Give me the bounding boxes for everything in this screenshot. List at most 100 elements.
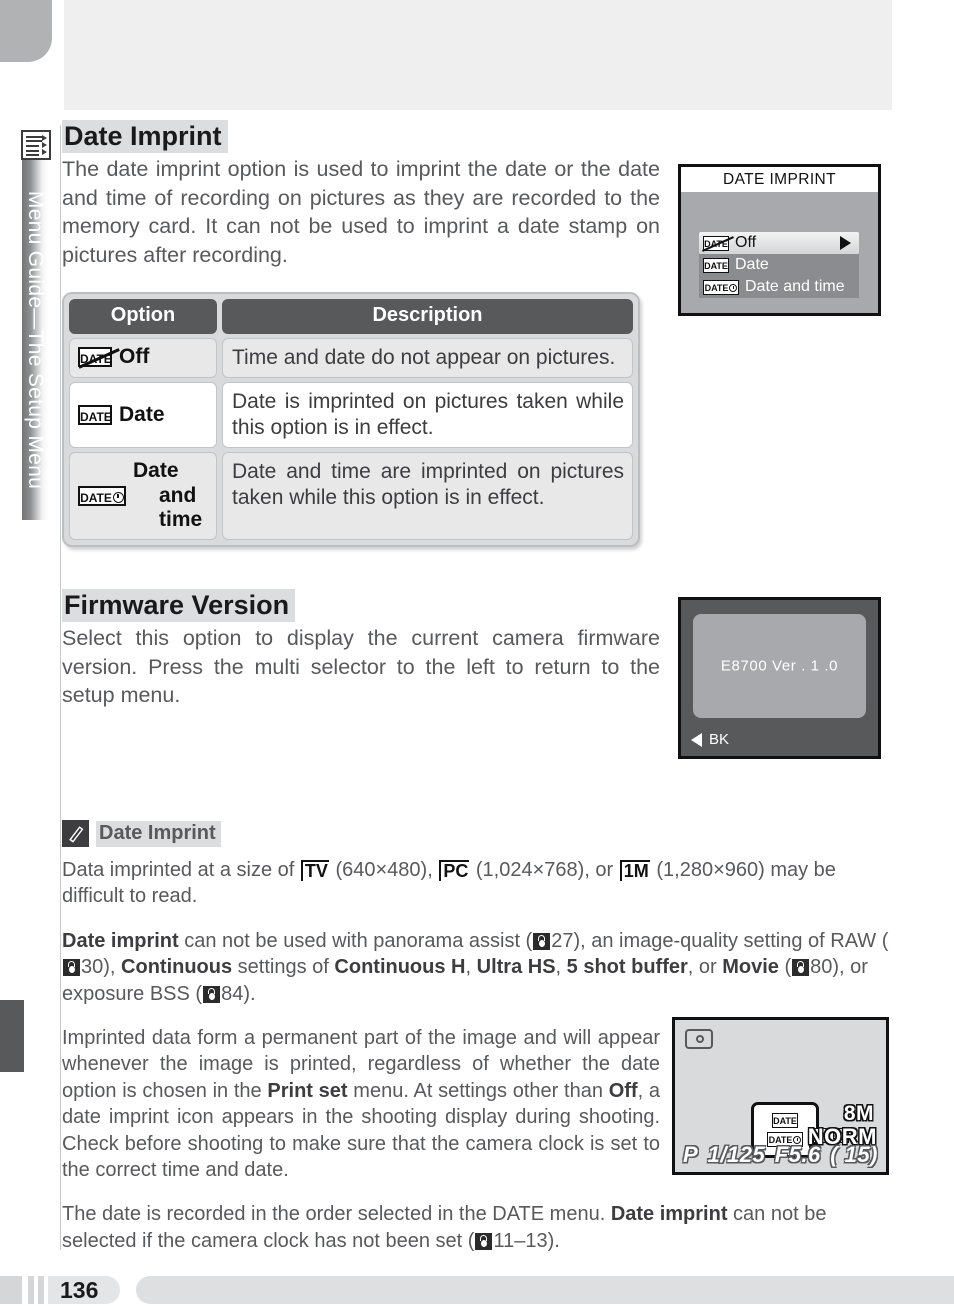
date-off-icon: DATE bbox=[78, 347, 120, 369]
note-text: Data imprinted at a size of bbox=[62, 859, 300, 881]
note-bold: Date imprint bbox=[62, 929, 179, 952]
page-title-firmware-version: Firmware Version bbox=[62, 588, 296, 623]
page-reference-number: 11–13 bbox=[493, 1229, 548, 1252]
note-bold: Print set bbox=[267, 1079, 348, 1102]
chevron-right-icon bbox=[840, 236, 851, 250]
note-paragraph-3: Imprinted data form a permanent part of … bbox=[62, 1025, 660, 1183]
description-cell-off: Time and date do not appear on pictures. bbox=[222, 337, 633, 379]
note-bold: 5 shot buffer bbox=[566, 956, 688, 979]
table-row: DATE Date Date is imprinted on pictures … bbox=[69, 382, 633, 449]
note-heading: Date Imprint bbox=[62, 820, 894, 847]
note-paragraph-2: Date imprint can not be used with panora… bbox=[62, 928, 894, 1007]
page-reference-number: 27 bbox=[551, 929, 574, 952]
option-description-table: Option Description DATE Off Time and dat… bbox=[62, 291, 640, 547]
note-text: , bbox=[465, 956, 477, 979]
size-tag-tv: TV bbox=[300, 860, 329, 881]
note-block: Date Imprint Data imprinted at a size of… bbox=[62, 820, 894, 1254]
page-reference-icon bbox=[533, 932, 551, 950]
option-label: Off bbox=[119, 345, 150, 369]
description-cell-date: Date is imprinted on pictures taken whil… bbox=[222, 382, 633, 449]
note-bold: Movie bbox=[722, 956, 779, 979]
menu-list-icon bbox=[21, 130, 51, 160]
lcd-firmware-panel: E8700 Ver . 1 .0 bbox=[693, 614, 866, 718]
lcd-menu-title: DATE IMPRINT bbox=[681, 167, 878, 192]
note-bold: Ultra HS bbox=[476, 956, 556, 979]
page-reference-icon bbox=[475, 1232, 493, 1250]
lcd-menu-item-label: Date and time bbox=[745, 278, 845, 295]
note-text: (1,024×768), or bbox=[470, 859, 619, 881]
note-text: The date is recorded in the order select… bbox=[62, 1203, 611, 1226]
table-header-row: Option Description bbox=[69, 298, 633, 334]
date-off-icon: DATE bbox=[702, 235, 734, 252]
firmware-version-section: Firmware Version Select this option to d… bbox=[62, 588, 660, 710]
lcd-back-label: BK bbox=[709, 731, 730, 748]
lcd-firmware-version-screen: E8700 Ver . 1 .0 BK bbox=[678, 597, 881, 759]
note-text: (640×480), bbox=[329, 859, 439, 881]
date-imprint-body: The date imprint option is used to impri… bbox=[62, 157, 660, 268]
lcd-menu-item-date-and-time[interactable]: DATE Date and time bbox=[699, 276, 859, 298]
note-text: ( bbox=[778, 956, 792, 979]
note-text: , or bbox=[687, 956, 723, 979]
table-row: DATE Off Time and date do not appear on … bbox=[69, 337, 633, 379]
page-reference-number: 84 bbox=[221, 982, 244, 1005]
footer-long-bar bbox=[136, 1276, 954, 1304]
page-number: 136 bbox=[48, 1276, 120, 1304]
note-text: ). bbox=[243, 982, 256, 1005]
note-paragraph-4: The date is recorded in the order select… bbox=[62, 1201, 894, 1254]
option-label: Date bbox=[119, 402, 165, 426]
lcd-menu-body: DATE Off DATE Date DATE Date and time bbox=[681, 192, 878, 313]
note-text: ), bbox=[103, 956, 122, 979]
option-label: Date bbox=[133, 459, 179, 483]
option-label-line2: and time bbox=[159, 483, 203, 531]
lower-chapter-marker bbox=[0, 1000, 24, 1072]
lcd-back-control[interactable]: BK bbox=[691, 731, 729, 748]
date-imprint-section: Date Imprint The date imprint option is … bbox=[62, 120, 660, 270]
chapter-tab-label: Menu Guide—The Setup Menu bbox=[24, 190, 47, 490]
note-bold: Off bbox=[608, 1079, 638, 1102]
page-reference-icon bbox=[203, 985, 221, 1003]
page-title-date-imprint: Date Imprint bbox=[62, 120, 228, 154]
page-reference-icon bbox=[63, 959, 80, 977]
pencil-icon bbox=[62, 820, 89, 847]
lcd-menu-item-date[interactable]: DATE Date bbox=[699, 254, 859, 276]
size-tag-1m: 1M bbox=[619, 860, 650, 881]
note-bold: Continuous H bbox=[334, 956, 466, 979]
option-cell-date-and-time: DATE Date and time bbox=[69, 452, 217, 540]
date-icon: DATE bbox=[78, 404, 112, 425]
column-header-description: Description bbox=[222, 298, 633, 334]
firmware-version-body: Select this option to display the curren… bbox=[62, 626, 660, 708]
description-cell-date-and-time: Date and time are imprinted on pictures … bbox=[222, 452, 633, 540]
note-bold: Date imprint bbox=[610, 1203, 728, 1226]
note-bold: Continuous bbox=[121, 956, 233, 979]
footer-block bbox=[0, 1276, 22, 1304]
chevron-left-icon bbox=[691, 732, 702, 747]
note-text: ), an image-quality setting of RAW ( bbox=[573, 929, 889, 952]
note-text: settings of bbox=[232, 956, 335, 979]
lcd-menu-item-label: Date bbox=[735, 256, 769, 273]
column-header-option: Option bbox=[69, 298, 217, 334]
lcd-menu-list: DATE Off DATE Date DATE Date and time bbox=[699, 232, 859, 298]
size-tag-pc: PC bbox=[439, 860, 470, 881]
note-title: Date Imprint bbox=[96, 820, 221, 847]
date-icon: DATE bbox=[703, 257, 729, 273]
corner-tab-decoration bbox=[0, 0, 52, 62]
page-reference-number: 80 bbox=[810, 956, 833, 979]
page-footer: 136 bbox=[0, 1264, 954, 1314]
date-and-time-icon: DATE bbox=[703, 279, 739, 295]
date-and-time-icon: DATE bbox=[78, 485, 126, 506]
table-row: DATE Date and time Date and time are imp… bbox=[69, 452, 633, 540]
note-text: , bbox=[555, 956, 567, 979]
content-rule bbox=[60, 125, 61, 1250]
footer-bar bbox=[38, 1276, 44, 1304]
option-cell-date: DATE Date bbox=[69, 382, 217, 449]
option-cell-off: DATE Off bbox=[69, 337, 217, 379]
firmware-version-text: E8700 Ver . 1 .0 bbox=[720, 657, 839, 675]
page-reference-number: 30 bbox=[81, 956, 104, 979]
note-text: can not be used with panorama assist ( bbox=[178, 929, 533, 952]
note-text: ). bbox=[547, 1229, 560, 1252]
note-text: menu. At settings other than bbox=[347, 1079, 609, 1102]
lcd-date-imprint-menu: DATE IMPRINT DATE Off DATE Date DATE Dat… bbox=[678, 164, 881, 316]
lcd-menu-item-label: Off bbox=[735, 234, 757, 251]
note-paragraph-1: Data imprinted at a size of TV (640×480)… bbox=[62, 857, 894, 910]
lcd-menu-item-off[interactable]: DATE Off bbox=[699, 232, 859, 254]
